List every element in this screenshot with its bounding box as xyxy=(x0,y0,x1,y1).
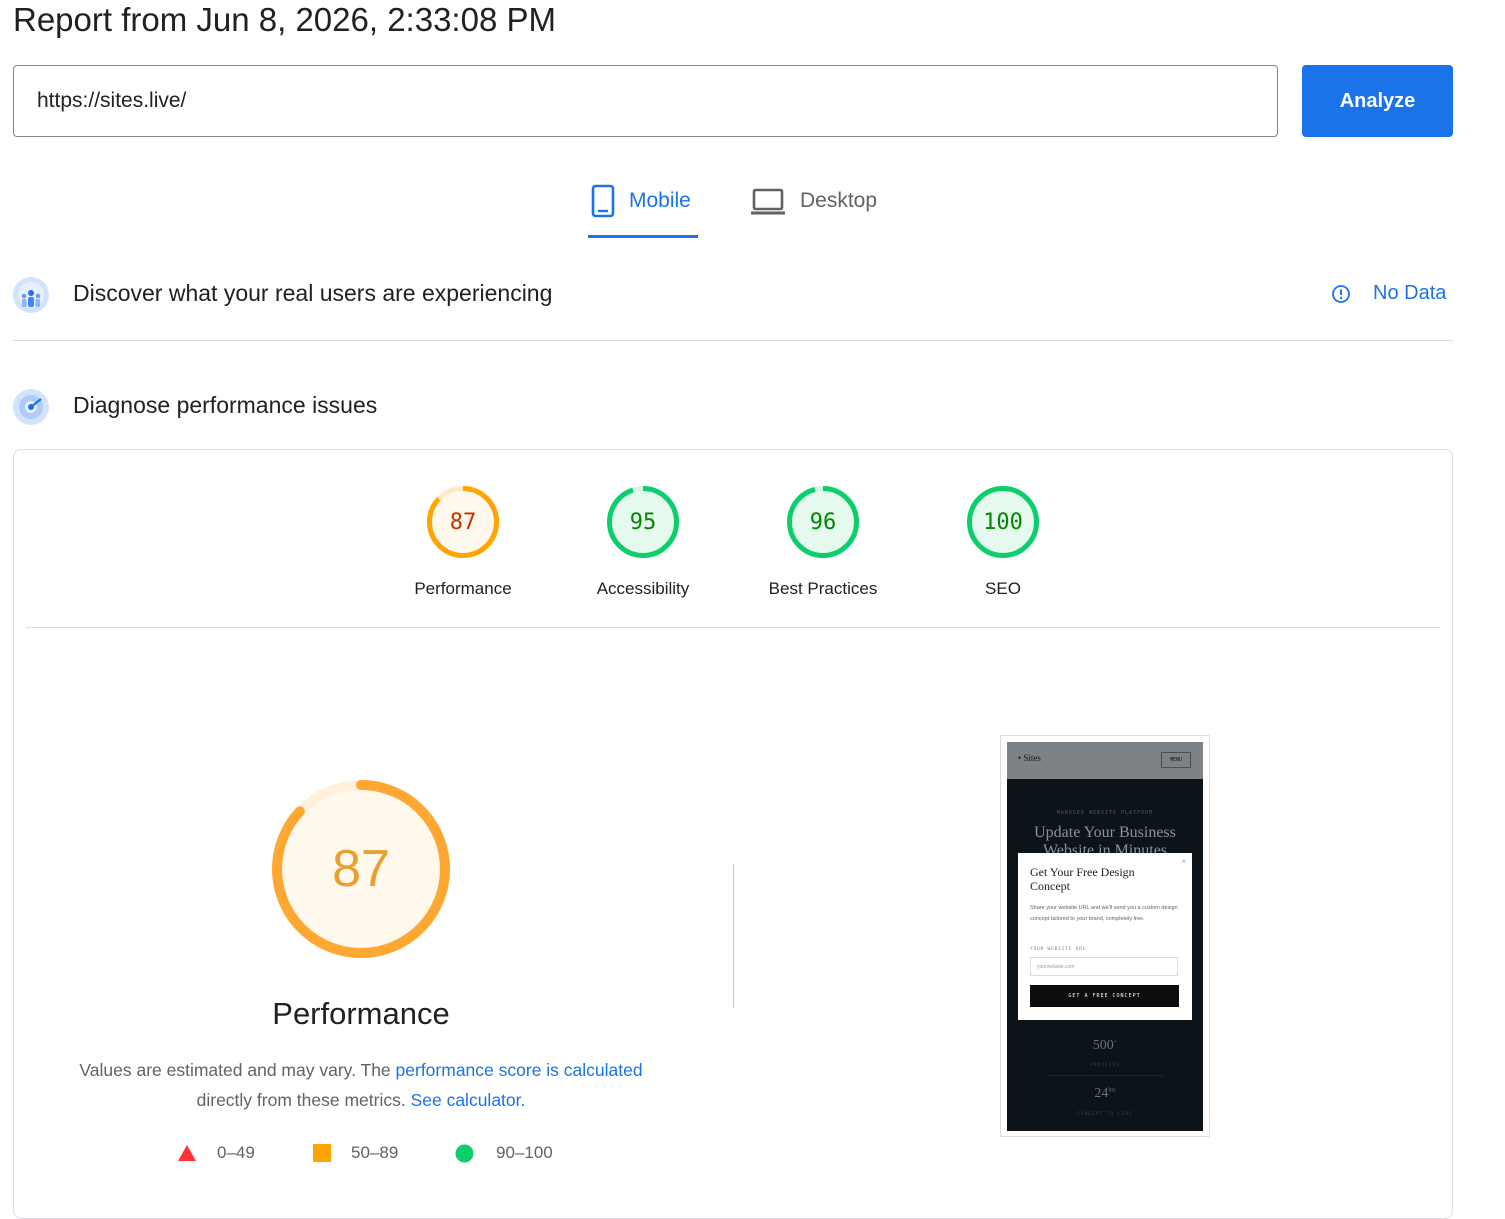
gauge-performance[interactable]: 87 Performance xyxy=(373,485,553,599)
stat-2-sup: hrs xyxy=(1108,1087,1116,1094)
users-icon xyxy=(13,277,49,313)
legend-fail-label: 0–49 xyxy=(217,1143,255,1162)
analyze-button[interactable]: Analyze xyxy=(1302,65,1453,137)
gauge-score: 95 xyxy=(629,509,657,535)
vertical-divider xyxy=(733,864,734,1008)
screenshot-stat-2-label: CONCEPT TO LIVE xyxy=(1077,1112,1133,1117)
screenshot-modal-button: GET A FREE CONCEPT xyxy=(1030,985,1179,1007)
screenshot-modal-input: yourwebsite.com xyxy=(1030,957,1178,976)
gauge-seo[interactable]: 100 SEO xyxy=(913,485,1093,599)
tab-mobile-label: Mobile xyxy=(629,189,691,212)
gauge-best-practices[interactable]: 96 Best Practices xyxy=(733,485,913,599)
screenshot-stat-1: 500+ xyxy=(1007,1038,1203,1054)
see-calculator-link[interactable]: See calculator. xyxy=(411,1090,526,1110)
stat-1-value: 500 xyxy=(1092,1038,1114,1053)
screenshot-stat-2: 24hrs xyxy=(1007,1086,1203,1102)
tab-desktop[interactable]: Desktop xyxy=(748,180,898,238)
gauge-ring: 96 xyxy=(786,485,860,559)
gauge-ring: 87 xyxy=(426,485,500,559)
gauge-ring: 95 xyxy=(606,485,680,559)
screenshot-menu-button: MENU xyxy=(1161,752,1191,768)
stat-1-sup: + xyxy=(1113,1039,1118,1046)
info-circle-icon xyxy=(1331,284,1351,304)
gauge-label: SEO xyxy=(985,579,1021,598)
gauge-score: 100 xyxy=(983,509,1023,535)
stat-2-value: 24 xyxy=(1094,1086,1109,1101)
legend-pass-label: 90–100 xyxy=(496,1143,553,1162)
legend-fail: 0–49 xyxy=(177,1143,255,1163)
final-screenshot: • Sites MENU MANAGED WEBSITE PLATFORM Up… xyxy=(1007,742,1203,1131)
gauge-score: 87 xyxy=(449,509,477,535)
screenshot-eyebrow: MANAGED WEBSITE PLATFORM xyxy=(1056,810,1154,816)
phone-icon xyxy=(591,184,615,223)
screenshot-brand: • Sites xyxy=(1018,753,1041,763)
performance-title: Performance xyxy=(272,996,450,1031)
screenshot-modal: × Get Your Free Design Concept Share you… xyxy=(1018,853,1192,1020)
legend-pass: 90–100 xyxy=(455,1143,553,1163)
card-divider xyxy=(26,627,1440,628)
gauge-accessibility[interactable]: 95 Accessibility xyxy=(553,485,733,599)
gauge-score: 96 xyxy=(809,509,837,535)
screenshot-modal-title: Get Your Free Design Concept xyxy=(1030,865,1135,893)
screenshot-modal-label: YOUR WEBSITE URL xyxy=(1030,947,1087,952)
performance-score-link[interactable]: performance score is calculated xyxy=(396,1060,643,1080)
url-input[interactable] xyxy=(13,65,1278,137)
close-icon: × xyxy=(1181,857,1186,866)
report-title: Report from Jun 8, 2026, 2:33:08 PM xyxy=(13,1,556,38)
triangle-icon xyxy=(177,1144,197,1162)
screenshot-modal-body: Share your website URL and we'll send yo… xyxy=(1030,905,1178,922)
no-data-link[interactable]: No Data xyxy=(1331,282,1446,305)
circle-icon xyxy=(455,1144,474,1163)
performance-description: Values are estimated and may vary. The p… xyxy=(60,1055,662,1115)
screenshot-rule xyxy=(1047,1075,1163,1076)
lab-data-title: Diagnose performance issues xyxy=(73,392,378,418)
tab-mobile[interactable]: Mobile xyxy=(588,180,698,238)
gauge-label: Performance xyxy=(414,579,512,598)
desc-text-1: Values are estimated and may vary. The xyxy=(79,1060,396,1080)
section-divider xyxy=(13,340,1453,341)
desc-text-2: directly from these metrics. xyxy=(196,1090,411,1110)
square-icon xyxy=(313,1144,331,1162)
field-data-title: Discover what your real users are experi… xyxy=(73,280,553,306)
screenshot-stat-1-label: PROJECTS xyxy=(1090,1063,1120,1068)
gauge-ring: 100 xyxy=(966,485,1040,559)
tab-desktop-label: Desktop xyxy=(800,189,878,212)
performance-score-large: 87 xyxy=(332,840,390,898)
diagnose-icon xyxy=(13,389,49,425)
laptop-icon xyxy=(750,188,786,221)
no-data-label: No Data xyxy=(1373,282,1447,304)
legend-average: 50–89 xyxy=(313,1143,398,1163)
legend-average-label: 50–89 xyxy=(351,1143,399,1162)
gauge-label: Accessibility xyxy=(596,579,690,598)
gauge-label: Best Practices xyxy=(768,579,878,598)
performance-gauge-large: 87 xyxy=(270,778,452,960)
